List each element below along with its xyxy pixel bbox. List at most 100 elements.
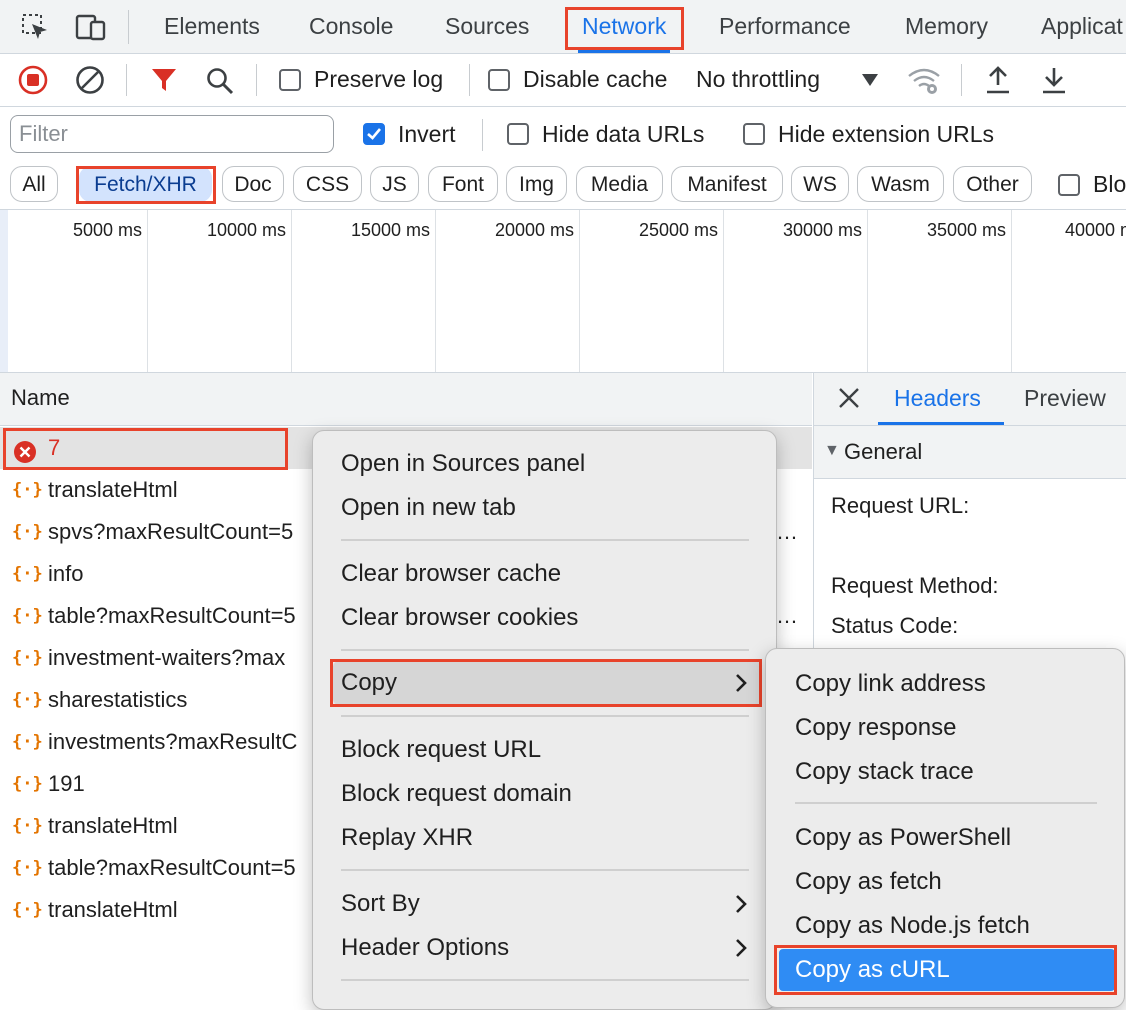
menu-item-copy-link-address[interactable]: Copy link address [795, 662, 986, 706]
close-icon[interactable] [836, 385, 862, 411]
general-section-header[interactable]: ▼ General [814, 426, 1126, 479]
request-name: translateHtml [48, 477, 178, 502]
menu-item-copy-as-nodejs-fetch[interactable]: Copy as Node.js fetch [795, 904, 1030, 948]
overview-selection-handle[interactable] [0, 210, 8, 372]
menu-item-copy-as-fetch[interactable]: Copy as fetch [795, 860, 942, 904]
gridline [147, 210, 148, 372]
xhr-icon: {·} [12, 732, 43, 752]
menu-item-block-request-domain[interactable]: Block request domain [341, 772, 572, 816]
invert-checkbox[interactable] [363, 123, 385, 145]
request-url-label: Request URL: [831, 493, 970, 518]
request-method-label: Request Method: [831, 573, 999, 598]
stop-recording-icon[interactable] [18, 65, 48, 95]
chip-manifest[interactable]: Manifest [671, 166, 783, 202]
filter-input[interactable] [10, 115, 334, 153]
clear-icon[interactable] [75, 65, 105, 95]
import-har-icon[interactable] [984, 65, 1012, 95]
dropdown-triangle-icon[interactable] [860, 70, 880, 90]
xhr-icon: {·} [12, 774, 43, 794]
request-name: 191 [48, 771, 85, 796]
chip-doc[interactable]: Doc [222, 166, 284, 202]
hide-data-urls-checkbox[interactable] [507, 123, 529, 145]
network-conditions-icon[interactable] [907, 66, 941, 96]
chip-wasm[interactable]: Wasm [857, 166, 944, 202]
tick-label: 30000 ms [782, 220, 862, 240]
tab-sources[interactable]: Sources [445, 0, 529, 53]
details-tab-bar: Headers Preview [814, 373, 1126, 426]
menu-item-copy-label: Copy [341, 669, 398, 696]
truncation-ellipsis: … [776, 519, 798, 544]
devtools-tab-bar: Elements Console Sources Network Perform… [0, 0, 1126, 54]
chip-other[interactable]: Other [953, 166, 1032, 202]
menu-item-open-in-new-tab[interactable]: Open in new tab [341, 486, 516, 530]
tab-application[interactable]: Applicat [1041, 0, 1123, 53]
chip-ws[interactable]: WS [791, 166, 849, 202]
request-name: 7 [48, 435, 61, 460]
request-name: translateHtml [48, 813, 178, 838]
gridline [723, 210, 724, 372]
chip-fetch-xhr[interactable]: Fetch/XHR [79, 166, 212, 202]
xhr-icon: {·} [12, 564, 43, 584]
menu-item-copy[interactable]: Copy [333, 661, 761, 705]
tick-label: 5000 ms [72, 220, 142, 240]
chip-font[interactable]: Font [428, 166, 498, 202]
hide-extension-urls-label: Hide extension URLs [778, 121, 995, 147]
menu-item-clear-browser-cache[interactable]: Clear browser cache [341, 552, 561, 596]
xhr-icon: {·} [12, 606, 43, 626]
chip-js[interactable]: JS [370, 166, 419, 202]
request-name: spvs?maxResultCount=5 [48, 519, 294, 544]
tick-label: 15000 ms [350, 220, 430, 240]
name-column-header[interactable]: Name [0, 373, 812, 426]
chip-media[interactable]: Media [576, 166, 663, 202]
search-icon[interactable] [205, 66, 235, 96]
blocked-requests-checkbox[interactable] [1058, 174, 1080, 196]
tab-memory[interactable]: Memory [905, 0, 988, 53]
menu-item-open-in-sources[interactable]: Open in Sources panel [341, 442, 585, 486]
xhr-icon: {·} [12, 858, 43, 878]
preserve-log-label: Preserve log [314, 66, 444, 92]
hide-extension-urls-checkbox[interactable] [743, 123, 765, 145]
menu-item-header-options[interactable]: Header Options [341, 926, 761, 970]
menu-item-clear-browser-cookies[interactable]: Clear browser cookies [341, 596, 578, 640]
collapse-triangle-icon: ▼ [824, 442, 840, 459]
chevron-right-icon [731, 665, 753, 701]
resource-type-filter: All Fetch/XHR Doc CSS JS Font Img Media … [0, 161, 1126, 210]
chip-all[interactable]: All [10, 166, 58, 202]
filter-row: Invert Hide data URLs Hide extension URL… [0, 107, 1126, 161]
menu-item-copy-as-powershell[interactable]: Copy as PowerShell [795, 816, 1011, 860]
tab-performance[interactable]: Performance [719, 0, 851, 53]
menu-item-sort-by-label: Sort By [341, 890, 420, 917]
chip-img[interactable]: Img [506, 166, 567, 202]
preserve-log-checkbox[interactable] [279, 69, 301, 91]
request-name: table?maxResultCount=5 [48, 855, 296, 880]
chevron-right-icon [731, 930, 753, 966]
request-name: table?maxResultCount=5 [48, 603, 296, 628]
chip-css[interactable]: CSS [293, 166, 362, 202]
error-icon [13, 436, 37, 463]
menu-item-copy-response[interactable]: Copy response [795, 706, 956, 750]
menu-item-copy-as-curl[interactable]: Copy as cURL [779, 949, 1115, 991]
tab-headers[interactable]: Headers [894, 385, 981, 412]
inspect-element-icon[interactable] [18, 12, 52, 42]
throttling-select[interactable]: No throttling [696, 66, 820, 93]
tick-label: 35000 ms [926, 220, 1006, 240]
tick-label: 25000 ms [638, 220, 718, 240]
tick-label: 10000 ms [206, 220, 286, 240]
menu-item-sort-by[interactable]: Sort By [341, 882, 761, 926]
gridline [435, 210, 436, 372]
request-name: translateHtml [48, 897, 178, 922]
divider [961, 64, 962, 96]
menu-item-block-request-url[interactable]: Block request URL [341, 728, 541, 772]
device-toolbar-icon[interactable] [74, 12, 108, 42]
tab-preview[interactable]: Preview [1024, 385, 1106, 412]
tab-network[interactable]: Network [577, 0, 671, 53]
tab-console[interactable]: Console [309, 0, 393, 53]
filter-funnel-icon[interactable] [150, 66, 178, 94]
tab-elements[interactable]: Elements [164, 0, 260, 53]
menu-item-copy-as-curl-label: Copy as cURL [795, 956, 950, 983]
menu-item-replay-xhr[interactable]: Replay XHR [341, 816, 473, 860]
disable-cache-checkbox[interactable] [488, 69, 510, 91]
export-har-icon[interactable] [1040, 65, 1068, 95]
menu-item-copy-stack-trace[interactable]: Copy stack trace [795, 750, 974, 794]
request-name: investments?maxResultC [48, 729, 298, 754]
